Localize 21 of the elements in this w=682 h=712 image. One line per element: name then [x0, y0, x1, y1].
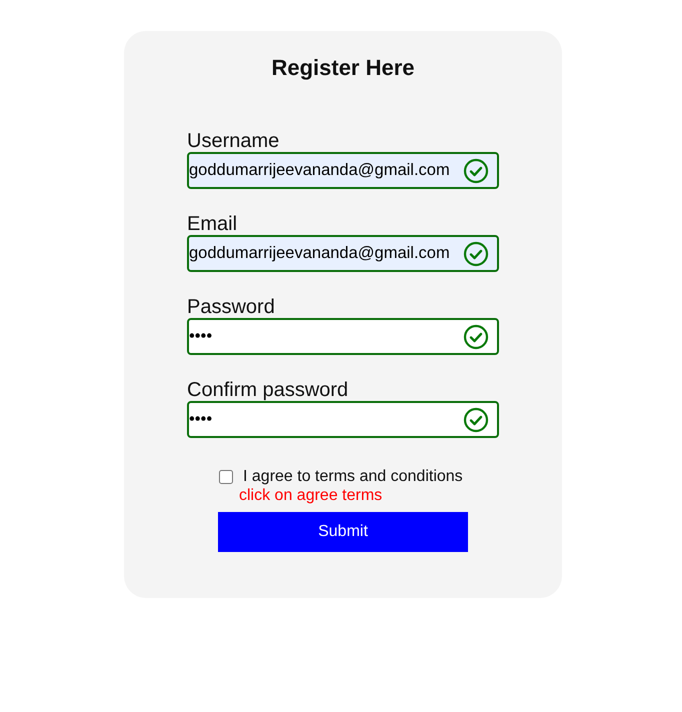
check-circle-icon [463, 240, 489, 266]
field-label: Password [187, 296, 276, 318]
field-value: goddumarrijeevananda@gmail.com [189, 161, 451, 180]
form-title: Register Here [270, 55, 416, 81]
input-field[interactable]: •••• [187, 401, 499, 438]
error-message: click on agree terms [239, 486, 384, 506]
input-field[interactable]: goddumarrijeevananda@gmail.com [187, 235, 499, 272]
check-circle-icon [463, 324, 489, 350]
field-label: Confirm password [187, 379, 350, 401]
field-value: •••• [189, 327, 214, 346]
check-circle-icon [463, 158, 489, 184]
checkbox-label: I agree to terms and conditions [243, 468, 463, 486]
field-value: •••• [189, 410, 214, 429]
input-field[interactable]: goddumarrijeevananda@gmail.com [187, 152, 499, 189]
input-field[interactable]: •••• [187, 318, 499, 355]
field-label: Email [187, 213, 238, 235]
field-label: Username [187, 130, 280, 152]
submit-button[interactable]: Submit [218, 512, 468, 552]
agree-checkbox[interactable] [219, 470, 233, 484]
field-value: goddumarrijeevananda@gmail.com [189, 244, 451, 263]
check-circle-icon [463, 406, 489, 432]
